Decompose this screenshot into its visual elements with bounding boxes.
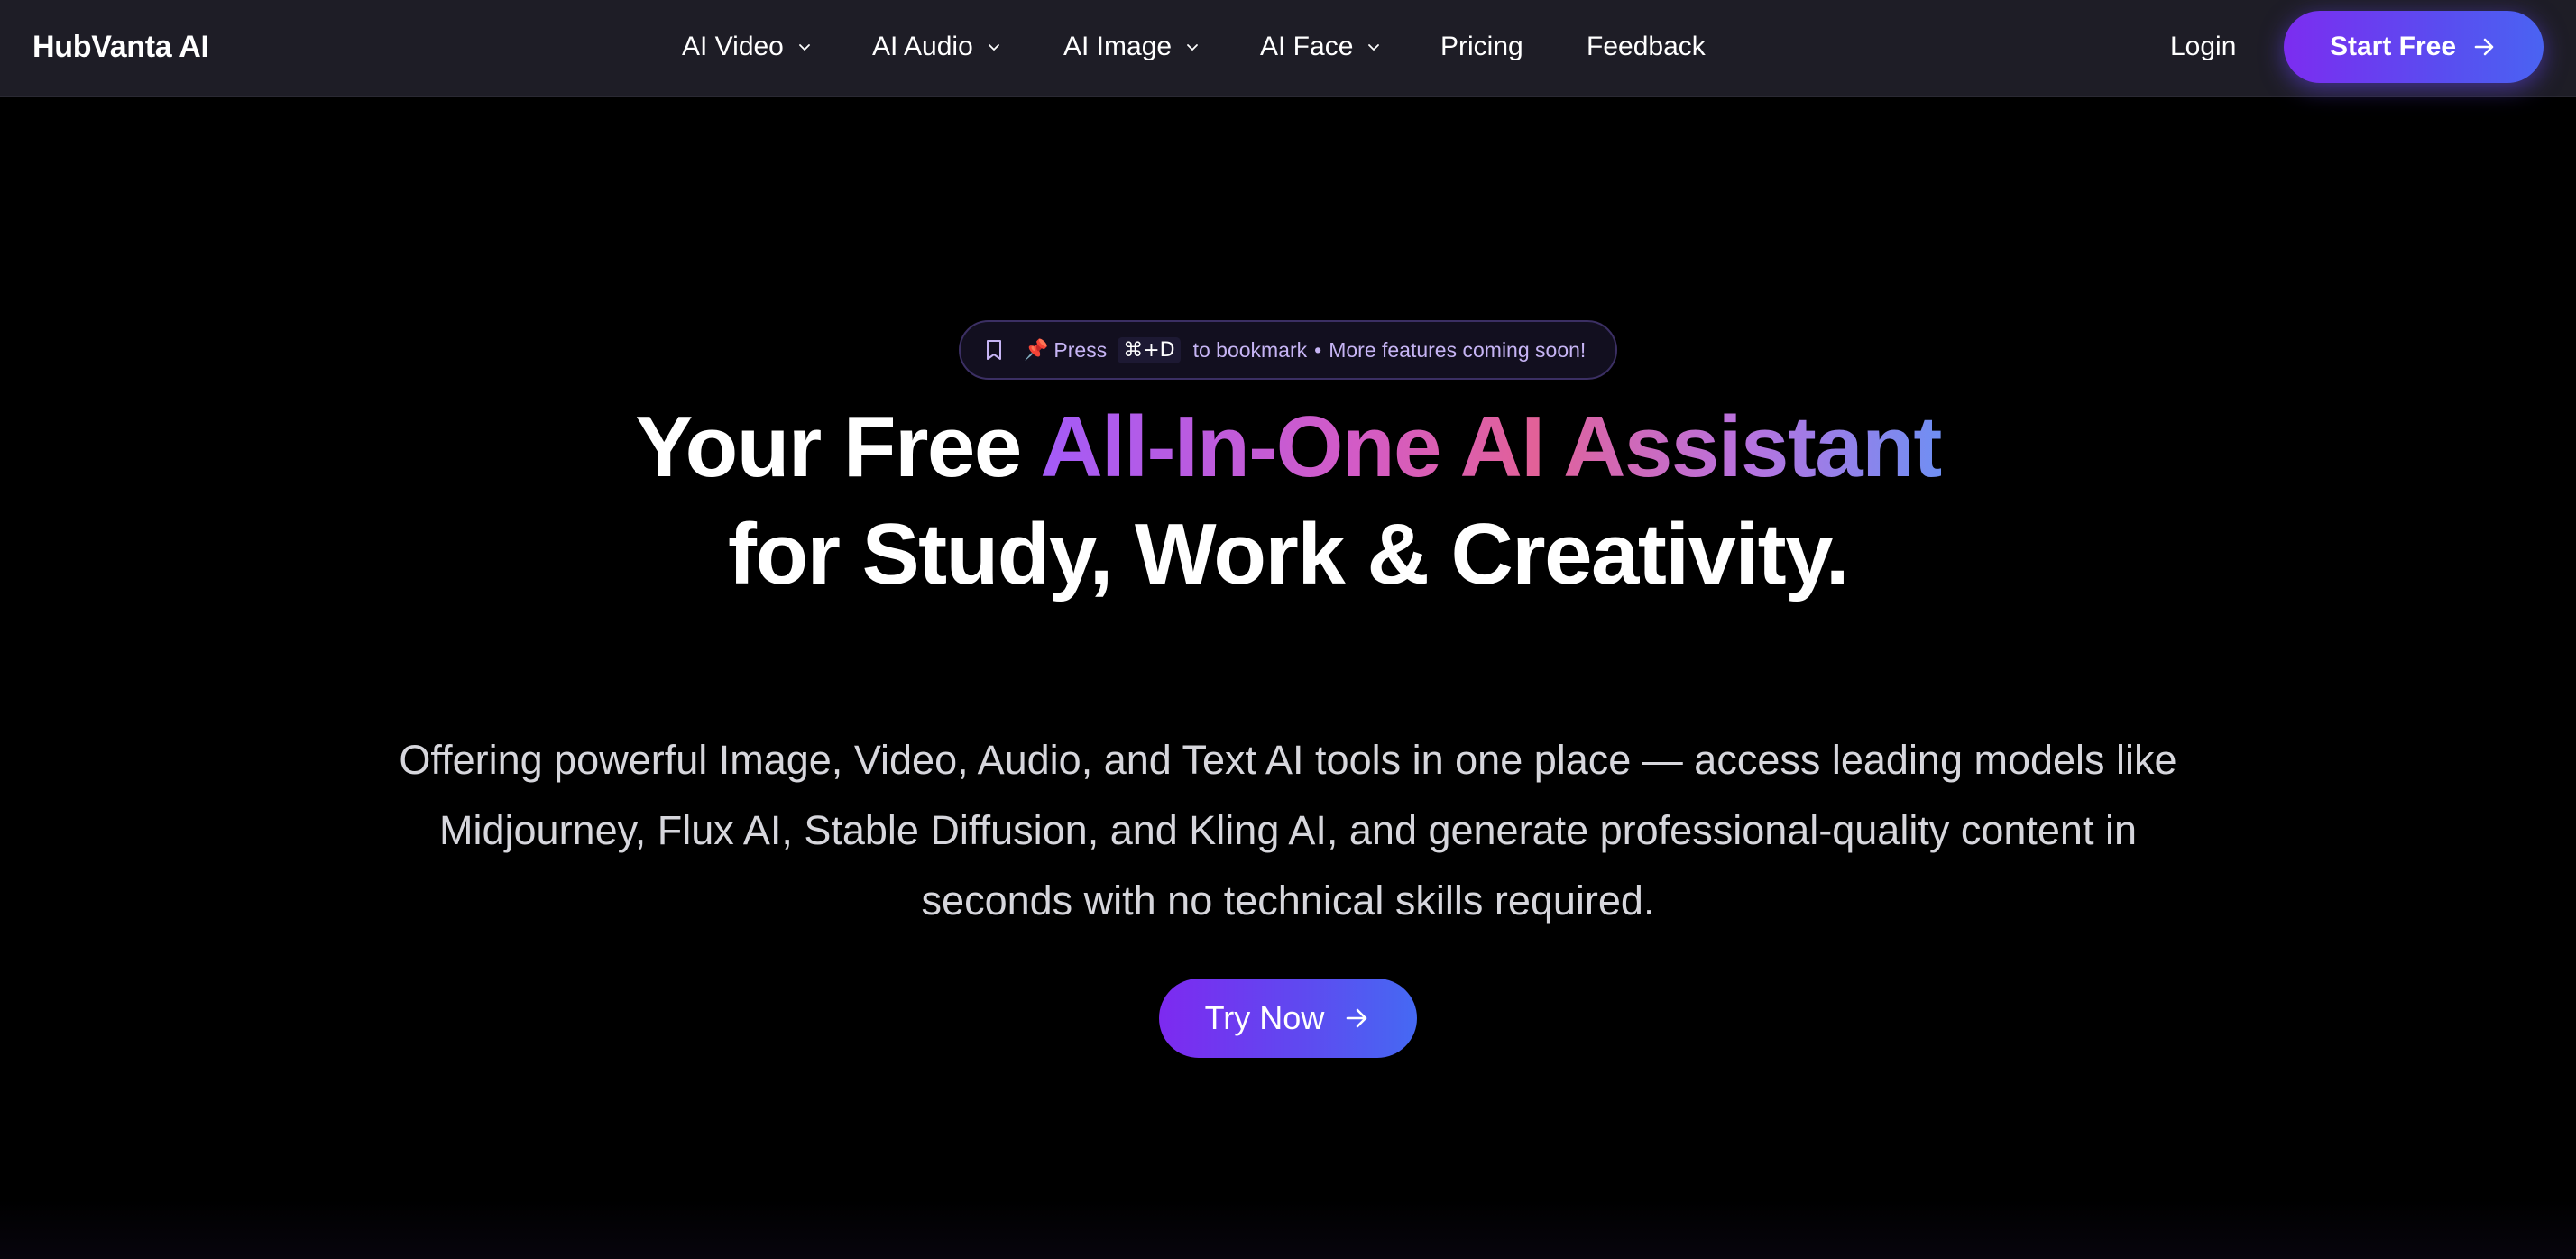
nav-item-ai-audio[interactable]: AI Audio [872,23,1002,70]
keyboard-shortcut: ⌘+D [1118,336,1181,363]
nav-item-label: Feedback [1587,32,1706,61]
nav-item-label: AI Video [682,32,784,61]
try-now-button[interactable]: Try Now [1159,979,1417,1058]
nav-item-label: AI Audio [872,32,973,61]
headline-plain-text: Your Free [635,399,1022,495]
hero-headline-line2: for Study, Work & Creativity. [727,506,1850,602]
arrow-right-icon [2470,33,2498,60]
login-link[interactable]: Login [2170,23,2236,70]
announcement-bookmark-text: to bookmark [1192,337,1308,362]
headline-gradient-text: All-In-One AI Assistant [1040,399,1942,495]
chevron-down-icon [1366,39,1382,55]
announcement-separator: • [1314,337,1322,362]
section-divider [0,1199,2576,1259]
hero-description: Offering powerful Image, Video, Audio, a… [399,737,2177,924]
hero-headline-line1: Your Free All-In-One AI Assistant [0,394,2576,501]
announcement-coming-soon: More features coming soon! [1329,337,1587,362]
announcement-press: Press [1053,337,1108,362]
nav-item-label: Pricing [1440,32,1523,61]
nav-item-ai-image[interactable]: AI Image [1063,23,1201,70]
start-free-button[interactable]: Start Free [2284,11,2544,83]
chevron-down-icon [986,39,1002,55]
pin-icon: 📌 [1024,338,1049,361]
nav-item-feedback[interactable]: Feedback [1587,23,1706,70]
bookmark-announcement: 📌 Press ⌘+D to bookmark • More features … [959,320,1617,380]
brand-logo[interactable]: HubVanta AI [32,23,209,70]
nav-item-label: AI Image [1063,32,1173,61]
top-navigation: HubVanta AI AI Video AI Audio AI Image A… [0,0,2576,97]
chevron-down-icon [1184,39,1201,55]
nav-item-ai-video[interactable]: AI Video [682,23,813,70]
chevron-down-icon [796,39,813,55]
try-now-label: Try Now [1204,999,1325,1036]
nav-item-label: AI Face [1260,32,1354,61]
nav-item-ai-face[interactable]: AI Face [1260,23,1382,70]
nav-item-pricing[interactable]: Pricing [1440,23,1523,70]
bookmark-icon [984,338,1004,362]
start-free-label: Start Free [2329,32,2457,61]
arrow-right-icon [1342,1004,1371,1033]
